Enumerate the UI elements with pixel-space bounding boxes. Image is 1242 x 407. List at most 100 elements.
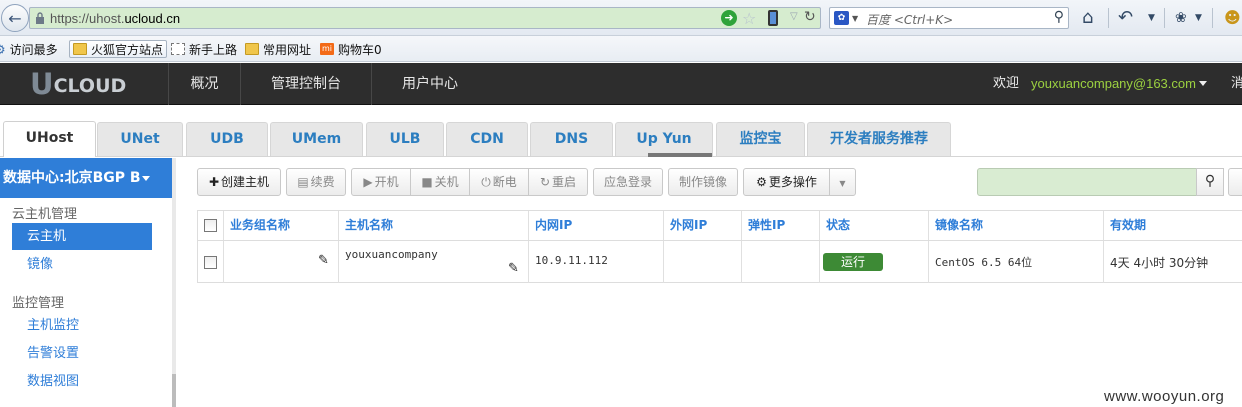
sidebar-item-image[interactable]: 镜像 <box>12 251 152 278</box>
refresh-icon: ↻ <box>539 175 551 189</box>
bookmark-star-icon[interactable]: ☆ <box>742 9 756 28</box>
tab-cdn[interactable]: CDN <box>446 122 528 156</box>
tab-dns[interactable]: DNS <box>530 122 613 156</box>
smiley-face-icon[interactable]: ☻ <box>1224 8 1241 27</box>
host-search-input[interactable] <box>977 168 1197 196</box>
power-off-button[interactable]: ⏻ 断电 <box>469 168 529 196</box>
tab-uhost[interactable]: UHost <box>3 121 96 157</box>
page-icon <box>171 43 185 55</box>
cell-status: 运行 <box>820 241 929 283</box>
cell-host-name: youxuancompany ✎ <box>339 241 529 283</box>
tab-ulb[interactable]: ULB <box>366 122 444 156</box>
tab-umem[interactable]: UMem <box>270 122 363 156</box>
toolbar-divider <box>1164 8 1165 28</box>
reload-icon[interactable]: ↻ <box>804 9 816 25</box>
sidebar-group-monitor-management: 监控管理 <box>12 296 65 311</box>
nav-item-user-center[interactable]: 用户中心 <box>372 63 488 105</box>
col-header-elastic-ip[interactable]: 弹性IP <box>742 211 820 240</box>
col-header-group[interactable]: 业务组名称 <box>224 211 339 240</box>
back-arrow-icon[interactable]: ← <box>1 4 29 32</box>
mobile-device-icon[interactable] <box>768 10 778 26</box>
history-dropdown-icon[interactable]: ▽ <box>790 11 798 22</box>
watermark-text: www.wooyun.org <box>1104 388 1225 405</box>
ucloud-logo[interactable]: U CLOUD <box>30 69 126 99</box>
edit-pencil-icon[interactable]: ✎ <box>318 253 329 268</box>
row-checkbox[interactable] <box>204 256 217 269</box>
go-arrow-icon[interactable]: ➜ <box>721 10 737 26</box>
make-image-button[interactable]: 制作镜像 <box>668 168 738 196</box>
bookmark-firefox-site[interactable]: 火狐官方站点 <box>69 40 168 58</box>
scrollbar-thumb[interactable] <box>172 374 176 407</box>
cell-public-ip <box>664 241 742 283</box>
undo-arrow-icon[interactable]: ↶ <box>1118 7 1133 28</box>
header-checkbox-cell <box>198 211 224 240</box>
col-header-validity[interactable]: 有效期 <box>1104 211 1242 240</box>
dropdown-caret-icon[interactable]: ▼ <box>1148 13 1155 23</box>
welcome-text: 欢迎 <box>993 76 1020 91</box>
account-caret-icon[interactable] <box>1199 81 1207 86</box>
dropdown-caret-icon[interactable]: ▼ <box>1195 13 1202 23</box>
power-icon: ⏻ <box>481 175 491 189</box>
baidu-paw-icon[interactable]: ✿ <box>834 11 849 25</box>
sidebar-item-cloud-host[interactable]: 云主机 <box>12 223 152 250</box>
status-badge: 运行 <box>823 253 883 271</box>
col-header-image[interactable]: 镜像名称 <box>929 211 1104 240</box>
search-icon[interactable]: ⚲ <box>1054 9 1064 25</box>
clipped-toolbar-button[interactable] <box>1228 168 1242 196</box>
bookmark-shopping-cart[interactable]: mi 购物车0 <box>320 40 382 58</box>
search-engine-caret-icon[interactable]: ▼ <box>852 14 858 23</box>
stop-square-icon: ■ <box>421 175 433 189</box>
stop-button[interactable]: ■ 关机 <box>410 168 470 196</box>
cell-group: ✎ <box>224 241 339 283</box>
address-bar[interactable]: https://uhost.ucloud.cn ➜ ☆ ▽ ↻ <box>29 7 821 29</box>
edit-pencil-icon[interactable]: ✎ <box>508 261 519 276</box>
nav-item-console[interactable]: 管理控制台 <box>241 63 371 105</box>
select-all-checkbox[interactable] <box>204 219 217 232</box>
lock-icon <box>36 12 44 24</box>
cell-elastic-ip <box>742 241 820 283</box>
tab-developer-services[interactable]: 开发者服务推荐 <box>807 122 951 156</box>
tab-unet[interactable]: UNet <box>97 122 183 156</box>
tab-jiankongbao[interactable]: 监控宝 <box>716 122 805 156</box>
gear-icon: ⚙ <box>0 43 6 58</box>
browser-toolbar: ← https://uhost.ucloud.cn ➜ ☆ ▽ ↻ ✿ ▼ 百度… <box>0 0 1242 36</box>
bookmark-common-sites[interactable]: 常用网址 <box>245 40 311 58</box>
browser-search-box[interactable]: ✿ ▼ 百度 <Ctrl+K> ⚲ <box>829 7 1069 29</box>
home-icon[interactable]: ⌂ <box>1082 7 1093 28</box>
extension-bug-icon[interactable]: ❀ <box>1175 10 1187 26</box>
chevron-down-icon <box>141 175 150 181</box>
bookmark-most-visited[interactable]: ⚙访问最多 <box>0 40 58 59</box>
row-checkbox-cell <box>198 241 224 283</box>
toolbar-divider <box>1212 8 1213 28</box>
product-tabs: UHost UNet UDB UMem ULB CDN DNS Up Yun 监… <box>0 105 1242 157</box>
sidebar-item-data-view[interactable]: 数据视图 <box>12 368 152 395</box>
cell-validity: 4天 4小时 30分钟 <box>1110 256 1209 270</box>
emergency-login-button[interactable]: 应急登录 <box>593 168 663 196</box>
bookmark-getting-started[interactable]: 新手上路 <box>171 40 237 58</box>
folder-icon <box>245 43 259 55</box>
search-button[interactable]: ⚲ <box>1196 168 1224 196</box>
gears-icon: ⚙ <box>756 175 767 189</box>
sidebar-item-alert-settings[interactable]: 告警设置 <box>12 340 152 367</box>
start-button[interactable]: ▶ 开机 <box>351 168 411 196</box>
nav-item-overview[interactable]: 概况 <box>169 63 240 105</box>
col-header-status[interactable]: 状态 <box>820 211 929 240</box>
more-actions-button[interactable]: ⚙ 更多操作 <box>743 168 830 196</box>
renew-button[interactable]: ▤ 续费 <box>286 168 346 196</box>
tab-udb[interactable]: UDB <box>186 122 268 156</box>
nav-item-clipped[interactable]: 消 <box>1231 63 1242 105</box>
mi-logo-icon: mi <box>320 43 334 55</box>
restart-button[interactable]: ↻ 重启 <box>528 168 588 196</box>
more-actions-dropdown[interactable]: ▼ <box>829 168 856 196</box>
col-header-private-ip[interactable]: 内网IP <box>529 211 664 240</box>
top-navigation: U CLOUD 概况 管理控制台 用户中心 欢迎 youxuancompany@1… <box>0 63 1242 105</box>
datacenter-selector[interactable]: 数据中心:北京BGP B <box>0 158 172 198</box>
bookmarks-bar: ⚙访问最多 火狐官方站点 新手上路 常用网址 mi购物车0 <box>0 36 1242 62</box>
tab-upyun[interactable]: Up Yun <box>615 122 713 156</box>
account-email-link[interactable]: youxuancompany@163.com <box>1031 63 1196 105</box>
col-header-host-name[interactable]: 主机名称 <box>339 211 529 240</box>
col-header-public-ip[interactable]: 外网IP <box>664 211 742 240</box>
sidebar-item-host-monitor[interactable]: 主机监控 <box>12 312 152 339</box>
sidebar-scrollbar[interactable] <box>172 158 176 407</box>
create-host-button[interactable]: ✚ 创建主机 <box>197 168 281 196</box>
